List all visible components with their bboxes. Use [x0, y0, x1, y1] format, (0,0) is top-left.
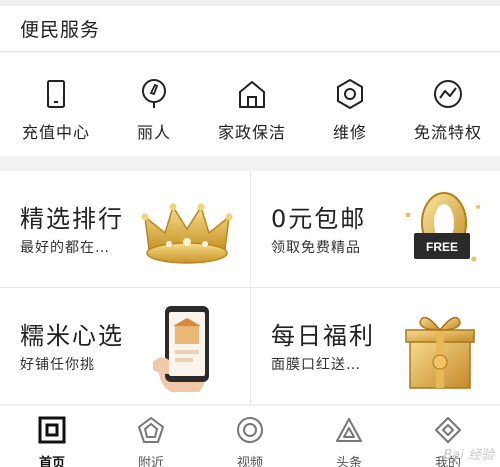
promo-grid: 精选排行 最好的都在… 0元包邮 领取免费精品 FREE 糯米心选 好铺任你挑 — [0, 171, 500, 404]
promo-ranking[interactable]: 精选排行 最好的都在… — [0, 171, 249, 287]
promo-title: 0元包邮 — [271, 205, 367, 233]
tab-home[interactable]: 首页 — [16, 406, 88, 467]
service-row: 充值中心 丽人 家政保洁 维修 免流特权 — [0, 53, 500, 156]
pentagon-icon — [136, 416, 166, 444]
phone-icon — [39, 77, 73, 111]
service-label: 家政保洁 — [217, 123, 286, 142]
traffic-wave-icon — [431, 77, 465, 111]
tab-label: 视频 — [236, 456, 263, 467]
headline-triangle-icon — [334, 416, 364, 444]
promo-subtitle: 好铺任你挑 — [20, 357, 95, 373]
profile-diamond-icon — [433, 416, 463, 444]
section-gap — [0, 156, 500, 171]
promo-nuomi-select[interactable]: 糯米心选 好铺任你挑 — [0, 288, 249, 404]
phone-in-hand-image — [153, 306, 209, 392]
section-header: 便民服务 — [0, 6, 500, 52]
service-label: 丽人 — [136, 123, 171, 142]
service-free-traffic[interactable]: 免流特权 — [400, 53, 496, 156]
promo-subtitle: 面膜口红送… — [271, 357, 361, 373]
tab-label: 头条 — [335, 456, 362, 467]
service-beauty[interactable]: 丽人 — [106, 53, 202, 156]
service-housekeeping[interactable]: 家政保洁 — [204, 53, 300, 156]
tab-headlines[interactable]: 头条 — [313, 406, 385, 467]
home-square-icon — [37, 416, 67, 444]
service-label: 免流特权 — [413, 123, 482, 142]
wrench-nut-icon — [333, 77, 367, 111]
tab-label: 首页 — [38, 456, 65, 467]
promo-daily-gift[interactable]: 每日福利 面膜口红送… — [251, 288, 500, 404]
bottom-tabbar: 首页 附近 视频 头条 我的 — [0, 406, 500, 467]
promo-title: 糯米心选 — [20, 322, 124, 350]
section-title: 便民服务 — [20, 19, 101, 41]
svg-text:FREE: FREE — [426, 240, 458, 254]
service-repair[interactable]: 维修 — [302, 53, 398, 156]
promo-subtitle: 领取免费精品 — [271, 240, 361, 256]
promo-subtitle: 最好的都在… — [20, 240, 110, 256]
service-label: 充值中心 — [21, 123, 90, 142]
free-zero-image: FREE — [405, 192, 480, 262]
promo-free-shipping[interactable]: 0元包邮 领取免费精品 FREE — [251, 171, 500, 287]
tab-nearby[interactable]: 附近 — [115, 406, 187, 467]
service-recharge[interactable]: 充值中心 — [8, 53, 104, 156]
promo-title: 每日福利 — [271, 322, 375, 350]
lipstick-icon — [137, 77, 171, 111]
tab-label: 附近 — [137, 456, 164, 467]
house-icon — [235, 77, 269, 111]
promo-title: 精选排行 — [20, 205, 124, 233]
watermark: Bai 经验 — [443, 448, 494, 463]
service-label: 维修 — [332, 123, 367, 142]
crown-image — [141, 203, 233, 264]
tab-video[interactable]: 视频 — [214, 406, 286, 467]
video-circle-icon — [235, 416, 265, 444]
gift-box-image — [405, 316, 475, 389]
